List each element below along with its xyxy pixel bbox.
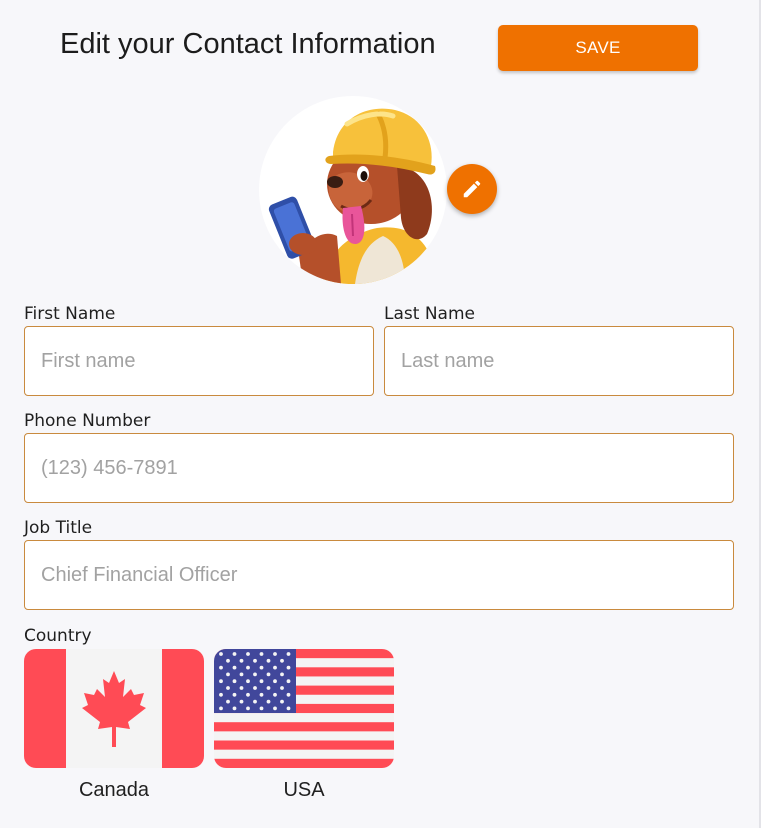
phone-number-label: Phone Number xyxy=(24,411,151,431)
country-label: Country xyxy=(24,626,92,646)
last-name-label: Last Name xyxy=(384,304,475,324)
phone-number-input[interactable] xyxy=(24,433,734,503)
edit-avatar-button[interactable] xyxy=(447,164,497,214)
job-title-label: Job Title xyxy=(24,518,93,538)
country-name-usa: USA xyxy=(283,779,325,801)
country-name-canada: Canada xyxy=(78,779,150,801)
pencil-icon xyxy=(463,180,481,198)
country-option-usa[interactable]: USA xyxy=(214,649,394,802)
country-option-canada[interactable]: Canada xyxy=(24,649,204,802)
last-name-input[interactable] xyxy=(384,326,734,396)
canada-flag-icon xyxy=(24,649,204,768)
usa-flag-icon xyxy=(214,649,394,768)
job-title-input[interactable] xyxy=(24,540,734,610)
first-name-input[interactable] xyxy=(24,326,374,396)
avatar[interactable] xyxy=(259,96,447,284)
save-button[interactable]: SAVE xyxy=(498,25,698,71)
cartoon-dog-construction-worker-icon xyxy=(268,108,439,284)
first-name-label: First Name xyxy=(24,304,116,324)
page-title: Edit your Contact Information xyxy=(60,28,436,60)
